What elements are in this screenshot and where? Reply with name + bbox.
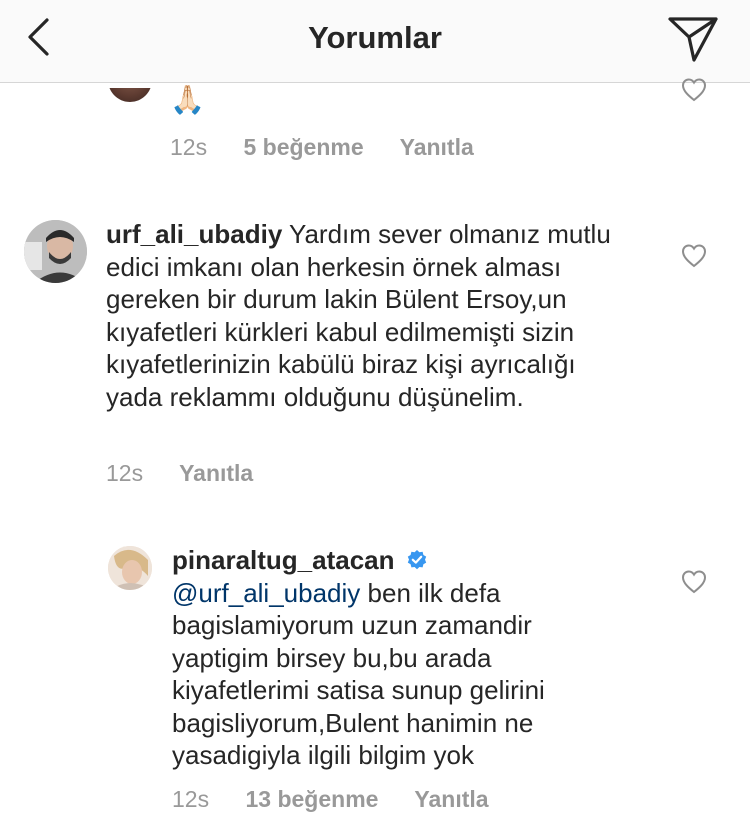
reply-button[interactable]: Yanıtla: [179, 460, 253, 486]
comment-username[interactable]: pinaraltug_atacan: [172, 545, 395, 575]
mention-link[interactable]: @urf_ali_ubadiy: [172, 578, 360, 608]
paper-plane-icon: [668, 17, 718, 62]
avatar-image: [108, 546, 152, 590]
comment-body: urf_ali_ubadiy Yardım sever olmanız mutl…: [106, 218, 626, 413]
comment-username[interactable]: urf_ali_ubadiy: [106, 219, 282, 249]
comment-meta: 12s 5 beğenme Yanıtla: [170, 134, 504, 161]
heart-icon[interactable]: [680, 242, 708, 270]
comment-time: 12s: [172, 786, 210, 812]
heart-icon[interactable]: [680, 568, 708, 596]
like-count[interactable]: 13 beğenme: [245, 786, 378, 812]
comment-body: pinaraltug_atacan @urf_ali_ubadiy ben il…: [172, 544, 632, 772]
comment-time: 12s: [106, 460, 144, 486]
page-title: Yorumlar: [308, 20, 442, 55]
like-count[interactable]: 5 beğenme: [243, 134, 363, 160]
avatar-image: [24, 220, 87, 283]
comment-time: 12s: [170, 134, 208, 160]
comment-text: 🙏🏻: [170, 84, 205, 115]
heart-icon[interactable]: [680, 76, 708, 104]
comment-meta: 12s Yanıtla: [106, 460, 283, 487]
avatar[interactable]: [24, 220, 87, 283]
header-bar: Yorumlar: [0, 0, 750, 83]
comment-meta: 12s 13 beğenme Yanıtla: [172, 786, 519, 813]
reply-button[interactable]: Yanıtla: [414, 786, 488, 812]
avatar[interactable]: [108, 546, 152, 590]
verified-badge-icon: [407, 550, 426, 570]
share-button[interactable]: [666, 14, 720, 64]
reply-button[interactable]: Yanıtla: [400, 134, 474, 160]
